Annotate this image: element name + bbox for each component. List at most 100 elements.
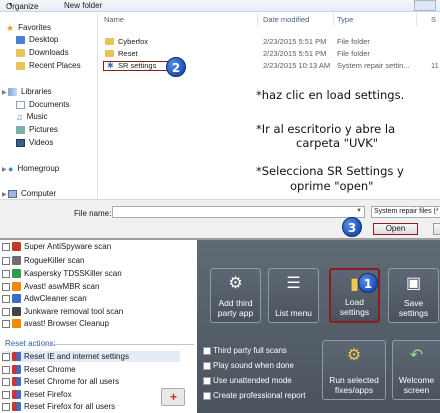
checkbox[interactable] <box>2 390 10 399</box>
chevron-down-icon[interactable]: ▼ <box>356 208 362 214</box>
checkbox[interactable] <box>2 269 10 278</box>
divider <box>46 344 194 345</box>
nav-downloads[interactable]: Downloads <box>16 47 69 58</box>
expand-arrow-icon[interactable]: ▶ <box>2 191 7 198</box>
instruction-line: *Selecciona SR Settings y <box>256 164 404 178</box>
shield-icon <box>12 402 21 411</box>
nav-pictures[interactable]: Pictures <box>16 124 58 135</box>
open-file-dialog: Organize ▼ New folder ★ Favorites Desktop … <box>0 0 440 238</box>
checkbox[interactable] <box>2 365 10 374</box>
checkbox[interactable] <box>2 319 10 328</box>
checkbox[interactable] <box>2 402 10 411</box>
dialog-toolbar: Organize ▼ New folder <box>0 0 440 12</box>
nav-label: Homegroup <box>17 164 60 173</box>
tile-label: List menu <box>275 308 312 318</box>
option-item[interactable]: Third party full scans <box>203 345 287 356</box>
star-icon: ★ <box>6 22 15 33</box>
tool-icon <box>12 319 21 328</box>
option-item[interactable]: Create professional report <box>203 390 306 401</box>
scan-item[interactable]: Kaspersky TDSSKiller scan <box>2 268 122 279</box>
scan-item[interactable]: avast! Browser Cleanup <box>2 318 109 329</box>
reset-item[interactable]: Reset Chrome for all users <box>2 376 119 387</box>
checkbox[interactable] <box>203 361 211 370</box>
scan-item[interactable]: Super AntiSpyware scan <box>2 241 111 252</box>
column-header-type[interactable]: Type <box>337 13 417 26</box>
new-folder-button[interactable]: New folder <box>64 1 102 10</box>
option-label: Use unattended mode <box>213 376 292 385</box>
music-icon: ♫ <box>16 111 23 122</box>
nav-homegroup[interactable]: ● Homegroup <box>8 163 59 174</box>
run-selected-button[interactable]: ⚙ Run selected fixes/apps <box>322 340 386 400</box>
nav-label: Recent Places <box>29 61 81 70</box>
scan-label: Kaspersky TDSSKiller scan <box>24 269 122 278</box>
checkbox[interactable] <box>2 294 10 303</box>
desktop-icon <box>16 35 25 44</box>
file-row[interactable]: ✱ SR settings 2/23/2015 10:13 AM System … <box>101 60 440 71</box>
nav-recent-places[interactable]: Recent Places <box>16 60 81 71</box>
nav-favorites[interactable]: ★ Favorites <box>6 22 51 33</box>
videos-icon <box>16 138 25 147</box>
checkbox[interactable] <box>2 352 10 361</box>
add-third-party-app-button[interactable]: ⚙ Add third party app <box>210 268 261 323</box>
file-type: System repair settin... <box>337 61 410 70</box>
screenshot-root: Organize ▼ New folder ★ Favorites Desktop … <box>0 0 440 413</box>
save-settings-button[interactable]: ▣ Save settings <box>388 268 439 323</box>
list-icon: ☰ <box>286 275 301 292</box>
expand-arrow-icon[interactable]: ▶ <box>2 166 7 173</box>
scan-label: Avast! aswMBR scan <box>24 282 100 291</box>
tool-icon <box>12 242 21 251</box>
nav-videos[interactable]: Videos <box>16 137 53 148</box>
nav-label: Favorites <box>18 23 51 32</box>
nav-documents[interactable]: Documents <box>16 99 69 110</box>
checkbox[interactable] <box>2 307 10 316</box>
checkbox[interactable] <box>2 377 10 386</box>
documents-icon <box>16 100 25 109</box>
checkbox[interactable] <box>2 256 10 265</box>
column-header-size[interactable]: S <box>431 13 440 26</box>
reset-item[interactable]: Reset Firefox <box>2 389 72 400</box>
recent-places-icon <box>16 61 25 70</box>
file-type-select[interactable]: System repair files (* <box>371 206 440 218</box>
checkbox[interactable] <box>2 282 10 291</box>
tool-icon <box>12 294 21 303</box>
reset-item[interactable]: Reset Chrome <box>2 364 76 375</box>
back-arrow-icon: ↶ <box>409 347 424 364</box>
view-options-icon[interactable] <box>414 0 436 11</box>
scan-item[interactable]: RogueKiller scan <box>2 255 84 266</box>
file-type: File folder <box>337 37 370 46</box>
instruction-line: carpeta "UVK" <box>296 136 379 150</box>
instruction-line: *Ir al escritorio y abre la <box>256 122 396 136</box>
scan-item[interactable]: Avast! aswMBR scan <box>2 281 99 292</box>
nav-music[interactable]: ♫ Music <box>16 111 48 122</box>
list-menu-button[interactable]: ☰ List menu <box>268 268 319 323</box>
file-row[interactable]: Cyberfox 2/23/2015 5:51 PM File folder <box>101 36 440 47</box>
shield-icon <box>12 377 21 386</box>
checkbox[interactable] <box>203 391 211 400</box>
column-label: Type <box>337 15 354 24</box>
file-date: 2/23/2015 10:13 AM <box>263 61 331 70</box>
file-name-input[interactable]: ▼ <box>112 206 365 218</box>
nav-computer[interactable]: Computer <box>8 188 56 199</box>
cancel-button[interactable] <box>433 223 440 235</box>
column-header-date-modified[interactable]: Date modified <box>263 13 334 26</box>
welcome-screen-button[interactable]: ↶ Welcome screen <box>392 340 440 400</box>
checkbox[interactable] <box>2 242 10 251</box>
instruction-line: *haz clic en load settings. <box>256 88 405 102</box>
shield-icon <box>12 352 21 361</box>
scan-label: RogueKiller scan <box>24 256 85 265</box>
nav-desktop[interactable]: Desktop <box>16 34 58 45</box>
checkbox[interactable] <box>203 346 211 355</box>
option-item[interactable]: Play sound when done <box>203 360 294 371</box>
reset-item[interactable]: Reset IE and internet settings <box>2 351 180 362</box>
nav-libraries[interactable]: Libraries <box>8 86 52 97</box>
option-item[interactable]: Use unattended mode <box>203 375 292 386</box>
expand-arrow-icon[interactable]: ▶ <box>2 89 7 96</box>
reset-item[interactable]: Reset Firefox for all users <box>2 401 115 412</box>
tool-icon <box>12 282 21 291</box>
column-header-name[interactable]: Name <box>104 13 258 26</box>
scan-item[interactable]: Junkware removal tool scan <box>2 306 123 317</box>
scan-item[interactable]: AdwCleaner scan <box>2 293 87 304</box>
checkbox[interactable] <box>203 376 211 385</box>
open-button[interactable]: Open <box>373 223 418 235</box>
file-row[interactable]: Reset 2/23/2015 5:51 PM File folder <box>101 48 440 59</box>
